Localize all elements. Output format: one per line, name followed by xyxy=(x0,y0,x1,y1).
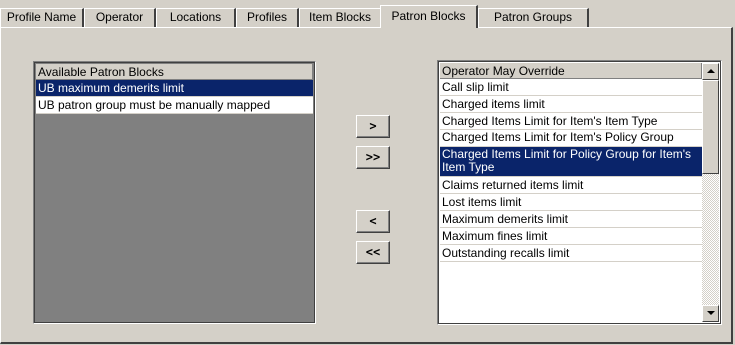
tab-locations[interactable]: Locations xyxy=(156,8,236,27)
list-item[interactable]: Lost items limit xyxy=(440,194,702,211)
list-item[interactable]: Charged items limit xyxy=(440,96,702,113)
scroll-up-button[interactable] xyxy=(702,63,719,80)
list-item[interactable]: Maximum demerits limit xyxy=(440,211,702,228)
patron-blocks-window: Profile Name Operator Locations Profiles… xyxy=(0,0,735,345)
arrow-up-icon xyxy=(707,69,715,73)
scrollbar-thumb[interactable] xyxy=(702,80,719,174)
tab-item-blocks[interactable]: Item Blocks xyxy=(299,8,382,27)
list-item[interactable]: Call slip limit xyxy=(440,79,702,96)
list-item[interactable]: Outstanding recalls limit xyxy=(440,245,702,262)
available-blocks-list[interactable]: Available Patron Blocks UB maximum demer… xyxy=(33,61,316,324)
tab-patron-groups[interactable]: Patron Groups xyxy=(478,8,589,27)
operator-override-list[interactable]: Operator May Override Call slip limit Ch… xyxy=(437,60,722,325)
list-item[interactable]: Maximum fines limit xyxy=(440,228,702,245)
add-button[interactable]: > xyxy=(356,115,390,138)
tab-profiles[interactable]: Profiles xyxy=(236,8,299,27)
list-item[interactable]: Claims returned items limit xyxy=(440,177,702,194)
override-scrollbar[interactable] xyxy=(702,63,719,322)
tab-profile-name[interactable]: Profile Name xyxy=(0,8,84,27)
list-item[interactable]: Charged Items Limit for Item's Policy Gr… xyxy=(440,130,702,147)
remove-all-button[interactable]: << xyxy=(356,241,390,264)
list-item[interactable]: Charged Items Limit for Item's Item Type xyxy=(440,113,702,130)
scroll-down-button[interactable] xyxy=(702,305,719,322)
remove-button[interactable]: < xyxy=(356,210,390,233)
tab-strip: Profile Name Operator Locations Profiles… xyxy=(0,0,735,28)
override-header[interactable]: Operator May Override xyxy=(440,63,702,79)
add-all-button[interactable]: >> xyxy=(356,146,390,169)
list-item[interactable]: UB patron group must be manually mapped xyxy=(36,97,313,114)
available-blocks-header[interactable]: Available Patron Blocks xyxy=(36,64,313,80)
list-item[interactable]: UB maximum demerits limit xyxy=(36,80,313,97)
tab-patron-blocks[interactable]: Patron Blocks xyxy=(380,5,478,28)
list-item[interactable]: Charged Items Limit for Policy Group for… xyxy=(440,147,702,177)
arrow-down-icon xyxy=(707,311,715,315)
tab-operator[interactable]: Operator xyxy=(84,8,156,27)
